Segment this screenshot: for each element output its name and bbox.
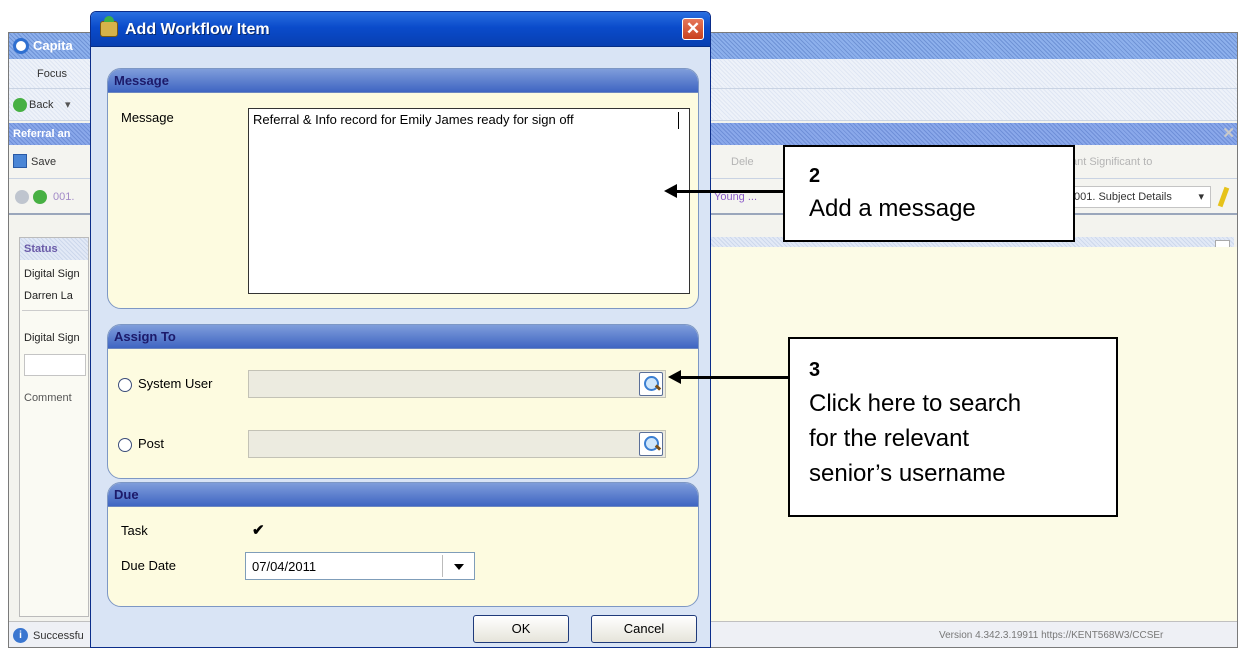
picker-divider [442, 555, 443, 577]
add-workflow-item-dialog: Add Workflow Item ✕ Message Message Refe… [90, 11, 711, 648]
chevron-down-icon: ▾ [1198, 191, 1204, 203]
due-group-title: Due [114, 487, 139, 502]
due-group: Due Task ✔ Due Date 07/04/2011 [107, 482, 699, 607]
post-label[interactable]: Post [138, 436, 164, 451]
message-textarea[interactable]: Referral & Info record for Emily James r… [248, 108, 690, 294]
system-user-input[interactable] [248, 370, 666, 398]
status-row-2: Darren La [24, 290, 73, 302]
message-label: Message [121, 110, 174, 125]
delete-button[interactable]: Dele [731, 156, 754, 168]
subject-details-value: 001. Subject Details [1074, 191, 1172, 203]
close-icon: ✕ [685, 19, 701, 38]
close-button[interactable]: ✕ [682, 18, 704, 40]
back-button[interactable]: Back [29, 95, 53, 115]
status-row-1: Digital Sign [24, 268, 80, 280]
nav-prev-icon[interactable] [15, 190, 29, 204]
assign-to-group: Assign To System User Post [107, 324, 699, 479]
due-date-label: Due Date [121, 558, 176, 573]
message-group-header: Message [108, 69, 698, 93]
callout-step-3: 3 Click here to search for the relevant … [788, 337, 1118, 517]
callout-3-line-1: Click here to search [809, 390, 1022, 417]
checkmark-icon: ✔ [252, 522, 265, 539]
pencil-icon[interactable] [1217, 186, 1230, 208]
app-logo-icon [13, 38, 29, 54]
post-radio[interactable] [118, 438, 132, 452]
back-icon[interactable] [13, 98, 27, 112]
info-icon: i [13, 628, 28, 643]
system-user-radio[interactable] [118, 378, 132, 392]
task-checkbox[interactable]: ✔ [252, 521, 265, 539]
post-search-button[interactable] [639, 432, 663, 456]
app-title: Capita [33, 38, 73, 53]
status-input[interactable] [24, 354, 86, 376]
callout-3-arrow-head [668, 370, 681, 384]
callout-3-line-2: for the relevant [809, 425, 970, 452]
assign-to-group-title: Assign To [114, 329, 176, 344]
assign-to-group-header: Assign To [108, 325, 698, 349]
due-date-value: 07/04/2011 [252, 559, 317, 574]
system-user-label[interactable]: System User [138, 376, 212, 391]
nav-next-icon[interactable] [33, 190, 47, 204]
due-date-picker[interactable]: 07/04/2011 [245, 552, 475, 580]
subject-details-select[interactable]: 001. Subject Details ▾ [1069, 186, 1211, 208]
document-title: Referral an [13, 128, 71, 140]
status-row-3: Digital Sign [24, 332, 80, 344]
message-text: Referral & Info record for Emily James r… [253, 112, 574, 127]
record-code[interactable]: 001. [53, 191, 74, 203]
callout-2-number: 2 [809, 165, 821, 187]
message-group: Message Message Referral & Info record f… [107, 68, 699, 309]
status-message: Successfu [33, 630, 84, 642]
ok-button[interactable]: OK [473, 615, 569, 643]
menu-focus[interactable]: Focus [37, 64, 67, 84]
callout-step-2: 2 Add a message [783, 145, 1075, 242]
dialog-title: Add Workflow Item [125, 21, 270, 38]
due-group-header: Due [108, 483, 698, 507]
callout-3-line-3: senior’s username [809, 460, 1006, 487]
dropdown-arrow-icon[interactable] [454, 564, 464, 570]
task-label: Task [121, 523, 148, 538]
save-icon[interactable] [13, 154, 27, 168]
save-button[interactable]: Save [31, 152, 56, 172]
version-text: Version 4.342.3.19911 https://KENT568W3/… [939, 630, 1164, 641]
text-cursor [678, 112, 679, 129]
system-user-search-button[interactable] [639, 372, 663, 396]
callout-3-arrow-line [680, 376, 788, 379]
document-close-icon[interactable]: ✕ [1222, 123, 1235, 145]
callout-2-text: Add a message [809, 195, 976, 222]
callout-2-arrow-line [676, 190, 783, 193]
post-input[interactable] [248, 430, 666, 458]
significant-button[interactable]: ant Significant to [1071, 156, 1152, 168]
status-panel: Status Digital Sign Darren La Digital Si… [19, 237, 89, 617]
callout-3-number: 3 [809, 359, 821, 381]
cancel-button[interactable]: Cancel [591, 615, 697, 643]
dialog-titlebar: Add Workflow Item ✕ [91, 12, 710, 47]
status-divider [22, 310, 88, 311]
message-group-title: Message [114, 73, 169, 88]
callout-2-arrow-head [664, 184, 677, 198]
status-header: Status [20, 238, 88, 260]
workflow-icon [100, 16, 118, 37]
status-row-4: Comment [24, 392, 72, 404]
back-dropdown-icon[interactable]: ▾ [65, 95, 71, 115]
